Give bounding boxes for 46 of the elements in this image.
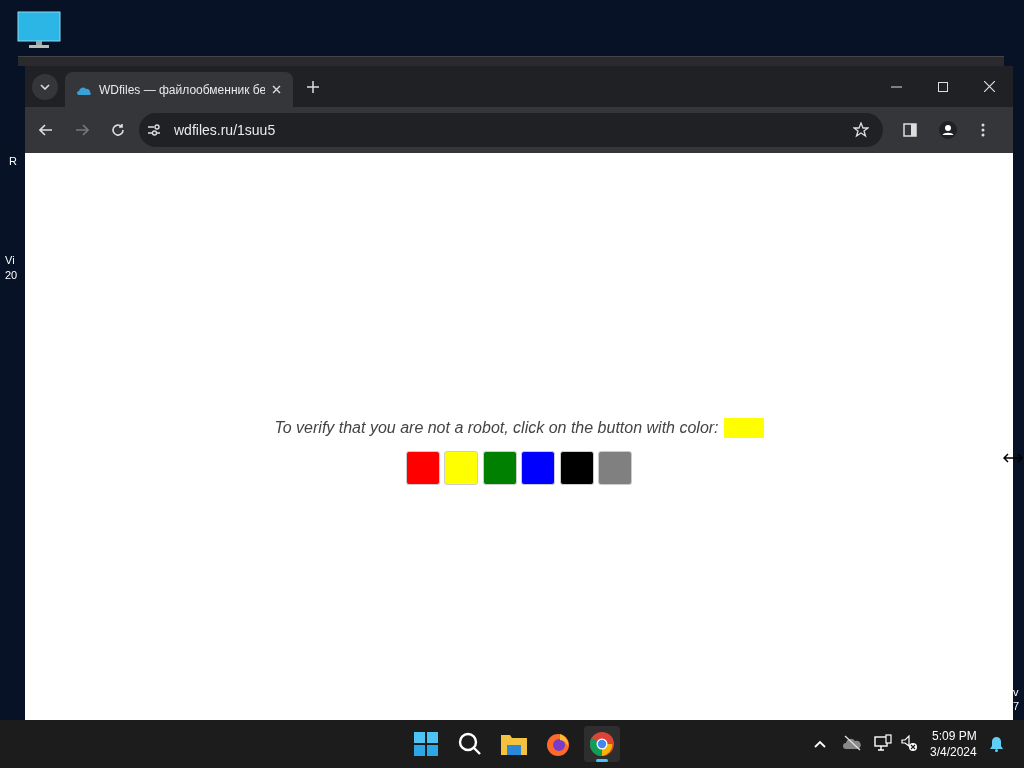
captcha-prompt: To verify that you are not a robot, click on the button with color: — [274, 418, 719, 438]
color-button[interactable] — [405, 451, 440, 485]
menu-icon[interactable] — [981, 123, 985, 137]
color-button[interactable] — [521, 451, 556, 485]
forward-icon[interactable] — [75, 124, 89, 136]
browser-tab[interactable]: WDfiles — файлообменник бе — [65, 72, 293, 107]
cloud-off-icon[interactable] — [843, 735, 861, 751]
color-button[interactable] — [444, 451, 479, 485]
chevron-up-icon[interactable] — [814, 740, 826, 748]
folder-icon — [501, 733, 527, 755]
maximize-icon[interactable] — [938, 81, 948, 92]
fox-globe-icon — [546, 732, 570, 756]
color-button[interactable] — [559, 451, 594, 485]
url-text: wdfiles.ru/1suu5 — [174, 120, 276, 140]
network-icon[interactable] — [874, 734, 892, 752]
reload-icon[interactable] — [111, 123, 125, 137]
close-icon[interactable] — [272, 85, 281, 94]
clock-time[interactable]: 5:09 PM — [932, 728, 977, 744]
star-icon[interactable] — [853, 122, 869, 138]
desktop-icon-label: Vi — [5, 255, 15, 266]
desktop-icon-label: 20 — [5, 270, 18, 281]
tab-search-button[interactable] — [32, 73, 58, 100]
profile-icon[interactable] — [939, 121, 957, 139]
tab-title: WDfiles — файлообменник бе — [99, 81, 265, 99]
address-bar[interactable]: wdfiles.ru/1suu5 — [139, 113, 883, 147]
side-panel-icon[interactable] — [903, 123, 917, 137]
desktop-icon-label: v — [1013, 687, 1019, 698]
speaker-muted-icon[interactable] — [901, 735, 918, 752]
close-icon[interactable] — [984, 81, 995, 92]
taskbar-app-button[interactable] — [584, 726, 620, 762]
site-settings-icon[interactable] — [147, 124, 161, 136]
caret-icon — [40, 83, 50, 90]
windows-logo-icon — [414, 732, 438, 756]
color-button[interactable] — [482, 451, 517, 485]
back-icon[interactable] — [39, 124, 53, 136]
search-icon — [458, 732, 482, 756]
monitor-icon[interactable] — [17, 11, 61, 49]
new-tab-icon[interactable] — [307, 80, 319, 93]
color-button[interactable] — [598, 451, 633, 485]
chrome-icon — [590, 732, 614, 756]
desktop-icon-label: R — [9, 156, 17, 167]
desktop-icon-label: 7 — [1013, 701, 1020, 712]
resize-cursor-icon — [1003, 453, 1023, 463]
clock-date[interactable]: 3/4/2024 — [930, 744, 977, 760]
minimize-icon[interactable] — [891, 85, 902, 88]
bell-icon[interactable] — [989, 736, 1004, 752]
